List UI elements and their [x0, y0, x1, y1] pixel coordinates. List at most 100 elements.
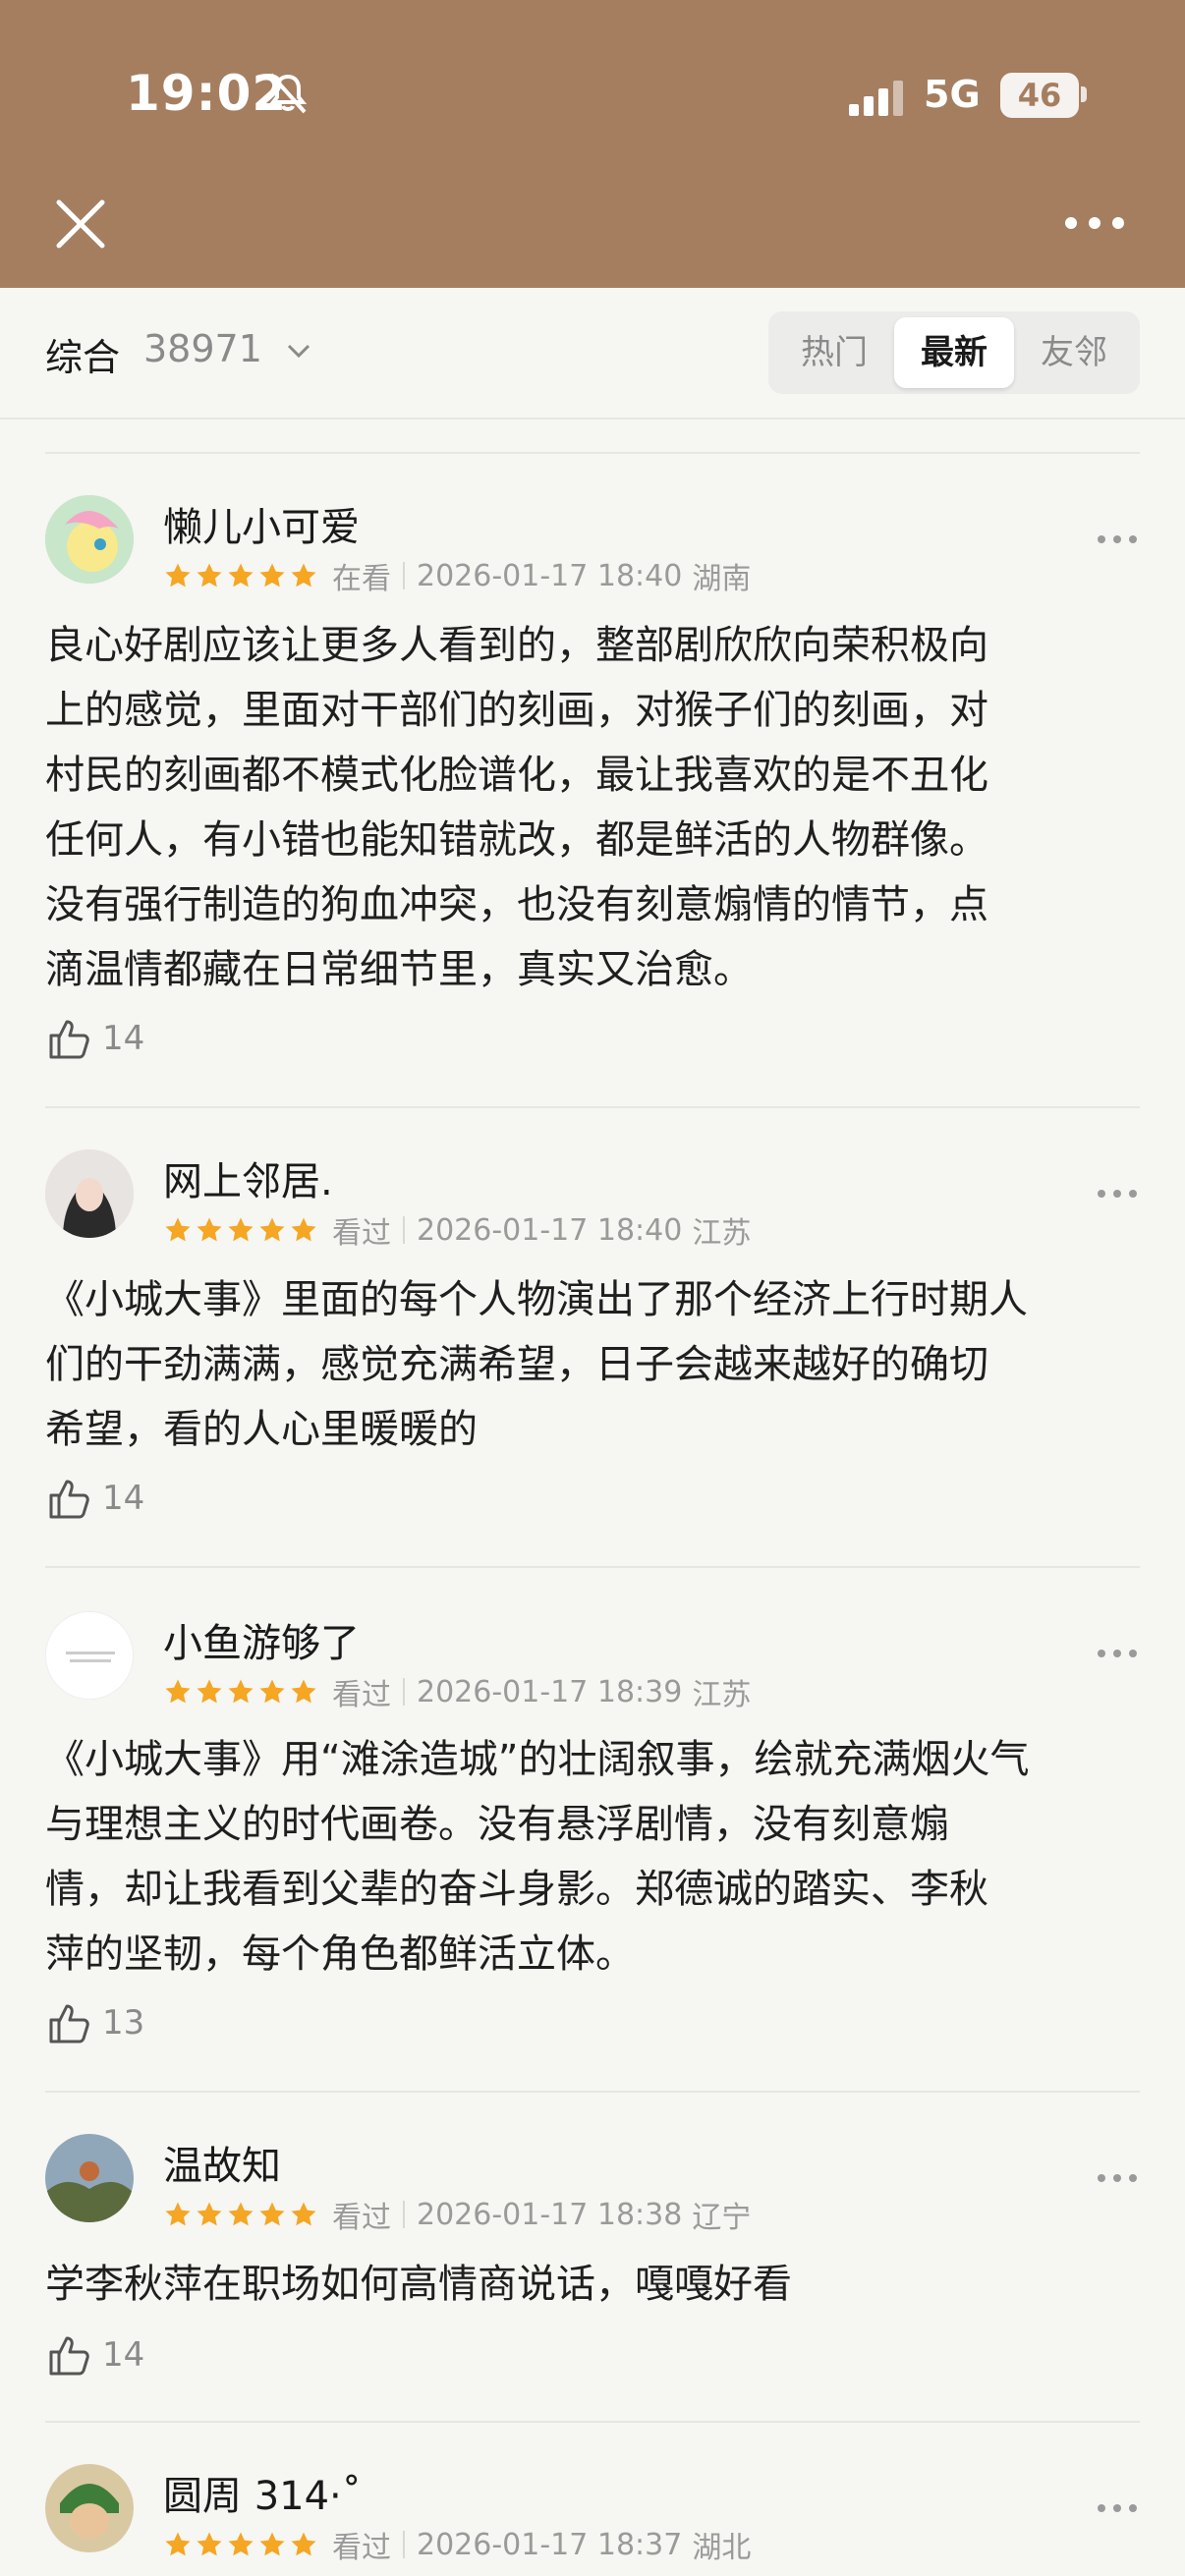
network-type: 5G — [924, 73, 981, 116]
star-icon — [197, 2202, 222, 2226]
avatar-photo-icon — [45, 1149, 134, 1238]
star-rating — [163, 2530, 318, 2559]
battery-level: 46 — [1000, 73, 1079, 118]
sort-dropdown-label[interactable]: 综合 — [45, 327, 120, 381]
watch-status: 看过 — [332, 1216, 391, 1251]
review-text[interactable]: 良心好剧应该让更多人看到的，整部剧欣欣向荣积极向 上的感觉，里面对干部们的刻画，… — [45, 613, 1140, 1002]
star-icon — [291, 1217, 316, 1242]
avatar[interactable] — [45, 2464, 134, 2552]
star-icon — [259, 2202, 285, 2226]
avatar[interactable] — [45, 1611, 134, 1700]
divider — [45, 452, 1140, 454]
star-icon — [165, 1679, 191, 1704]
review-date: 2026-01-17 18:40 — [417, 1212, 683, 1248]
star-icon — [259, 1217, 285, 1242]
review-location: 辽宁 — [692, 2201, 752, 2235]
review-location: 江苏 — [692, 1678, 752, 1712]
reviewer-name[interactable]: 温故知 — [163, 2134, 281, 2191]
more-options-icon[interactable] — [1095, 2171, 1140, 2185]
more-options-icon[interactable] — [1095, 2501, 1140, 2515]
tab-hot[interactable]: 热门 — [774, 317, 894, 388]
tab-latest[interactable]: 最新 — [894, 317, 1014, 388]
like-count: 14 — [102, 2335, 145, 2375]
more-options-icon[interactable] — [1095, 1647, 1140, 1660]
avatar[interactable] — [45, 495, 134, 584]
watch-status: 看过 — [332, 1678, 391, 1712]
star-icon — [165, 2202, 191, 2226]
review-text[interactable]: 学李秋萍在职场如何高情商说话，嘎嘎好看 — [45, 2252, 1140, 2317]
divider — [45, 2421, 1140, 2423]
star-rating — [163, 1215, 318, 1245]
star-rating — [163, 2200, 318, 2229]
review-date: 2026-01-17 18:40 — [417, 558, 683, 593]
review-meta: 在看 2026-01-17 18:40 湖南 — [163, 558, 751, 596]
meta-separator — [403, 2531, 405, 2558]
tab-friends[interactable]: 友邻 — [1014, 317, 1134, 388]
sort-tabs: 热门 最新 友邻 — [768, 311, 1140, 394]
review-meta: 看过 2026-01-17 18:38 辽宁 — [163, 2197, 751, 2235]
meta-separator — [403, 562, 405, 589]
thumbs-up-icon — [49, 2336, 89, 2376]
review-location: 江苏 — [692, 1216, 752, 1251]
review-date: 2026-01-17 18:39 — [417, 1674, 683, 1709]
watch-status: 看过 — [332, 2531, 391, 2565]
like-count: 13 — [102, 2003, 145, 2043]
more-horizontal-icon[interactable] — [1063, 200, 1126, 246]
close-icon[interactable] — [51, 195, 110, 253]
star-icon — [291, 1679, 316, 1704]
star-icon — [165, 563, 191, 588]
meta-separator — [403, 2201, 405, 2228]
avatar-text-icon — [46, 1612, 133, 1699]
divider — [45, 2091, 1140, 2093]
like-count: 14 — [102, 1479, 145, 1518]
divider — [45, 1566, 1140, 1568]
review-meta: 看过 2026-01-17 18:40 江苏 — [163, 1212, 751, 1251]
more-options-icon[interactable] — [1095, 532, 1140, 546]
avatar-pony-icon — [45, 495, 134, 584]
avatar[interactable] — [45, 2134, 134, 2222]
star-icon — [228, 2202, 254, 2226]
review-text[interactable]: 《小城大事》用“滩涂造城”的壮阔叙事，绘就充满烟火气 与理想主义的时代画卷。没有… — [45, 1727, 1140, 1987]
watch-status: 看过 — [332, 2201, 391, 2235]
review-location: 湖南 — [692, 562, 752, 596]
reviewer-name[interactable]: 圆周 314·˚ — [163, 2464, 362, 2521]
star-icon — [197, 1679, 222, 1704]
star-icon — [228, 1679, 254, 1704]
star-rating — [163, 1677, 318, 1707]
reviewer-name[interactable]: 网上邻居. — [163, 1149, 333, 1206]
review-count[interactable]: 38971 — [143, 327, 262, 370]
like-button[interactable]: 13 — [45, 1996, 144, 2049]
star-icon — [259, 2532, 285, 2556]
like-button[interactable]: 14 — [45, 1472, 144, 1525]
more-options-icon[interactable] — [1095, 1187, 1140, 1201]
star-icon — [259, 1679, 285, 1704]
star-rating — [163, 561, 318, 590]
thumbs-up-icon — [49, 1020, 89, 1059]
star-icon — [165, 2532, 191, 2556]
battery-tip — [1081, 86, 1087, 102]
review-location: 湖北 — [692, 2531, 752, 2565]
reviewer-name[interactable]: 小鱼游够了 — [163, 1611, 360, 1668]
star-icon — [228, 2532, 254, 2556]
cellular-signal-icon — [849, 81, 903, 116]
watch-status: 在看 — [332, 562, 391, 596]
reviewer-name[interactable]: 懒儿小可爱 — [163, 495, 360, 552]
star-icon — [165, 1217, 191, 1242]
like-button[interactable]: 14 — [45, 2328, 144, 2381]
top-header: 19:02 5G 46 — [0, 0, 1185, 288]
star-icon — [291, 2532, 316, 2556]
meta-separator — [403, 1216, 405, 1244]
status-time: 19:02 — [126, 65, 288, 122]
thumbs-up-icon — [49, 2004, 89, 2044]
divider — [45, 1106, 1140, 1108]
chevron-down-icon[interactable] — [285, 337, 312, 364]
star-icon — [291, 2202, 316, 2226]
thumbs-up-icon — [49, 1480, 89, 1519]
like-count: 14 — [102, 1019, 145, 1058]
meta-separator — [403, 1678, 405, 1706]
avatar-character-icon — [45, 2464, 134, 2552]
review-text[interactable]: 《小城大事》里面的每个人物演出了那个经济上行时期人 们的干劲满满，感觉充满希望，… — [45, 1267, 1140, 1462]
review-date: 2026-01-17 18:37 — [417, 2527, 683, 2562]
avatar[interactable] — [45, 1149, 134, 1238]
like-button[interactable]: 14 — [45, 1012, 144, 1065]
